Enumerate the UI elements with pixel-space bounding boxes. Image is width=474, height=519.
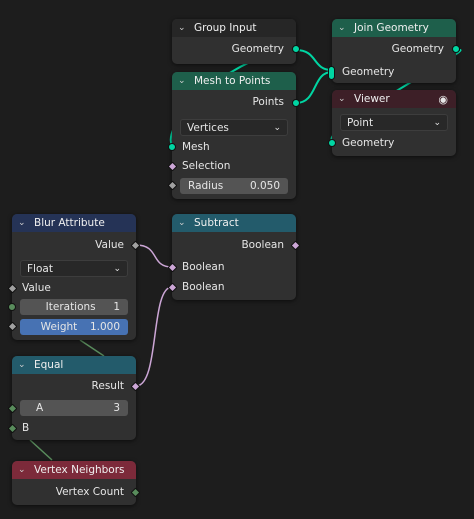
collapse-chevron-icon[interactable]: ⌄ xyxy=(338,94,350,104)
field-value: 0.050 xyxy=(249,180,280,192)
node-title: Blur Attribute xyxy=(34,217,105,229)
field-label: Radius xyxy=(188,180,224,192)
output-geometry: Geometry xyxy=(172,41,296,57)
link-value-to-subtract xyxy=(135,244,173,268)
data-type-dropdown[interactable]: Float ⌄ xyxy=(20,260,128,277)
dropdown-value: Float xyxy=(27,262,53,275)
socket-label: Mesh xyxy=(182,141,210,153)
subtract-node[interactable]: ⌄ Subtract Boolean Boolean Boolean xyxy=(167,214,301,300)
node-title: Mesh to Points xyxy=(194,75,271,87)
field-value: 3 xyxy=(113,402,120,414)
socket-label: Geometry xyxy=(231,43,284,55)
radius-field[interactable]: Radius 0.050 xyxy=(180,178,288,194)
chevron-down-icon: ⌄ xyxy=(273,122,281,133)
blur-attribute-header[interactable]: ⌄ Blur Attribute xyxy=(12,214,136,232)
collapse-chevron-icon[interactable]: ⌄ xyxy=(18,218,30,228)
join-geometry-node[interactable]: ⌄ Join Geometry Geometry Geometry xyxy=(328,19,460,83)
dropdown-value: Vertices xyxy=(187,121,229,134)
socket-label: Vertex Count xyxy=(55,486,124,498)
iterations-field[interactable]: Iterations 1 xyxy=(20,299,128,315)
field-label: Iterations xyxy=(45,301,96,313)
socket-label: Boolean xyxy=(182,261,225,273)
socket-label: Value xyxy=(95,239,124,251)
weight-field[interactable]: Weight 1.000 xyxy=(20,319,128,335)
a-field[interactable]: A 3 xyxy=(20,400,128,416)
geometry-output-socket[interactable] xyxy=(452,45,460,53)
node-title: Subtract xyxy=(194,217,239,229)
collapse-chevron-icon[interactable]: ⌄ xyxy=(18,360,30,370)
field-value: 1.000 xyxy=(89,321,120,333)
collapse-chevron-icon[interactable]: ⌄ xyxy=(178,23,190,33)
node-title: Group Input xyxy=(194,22,257,34)
equal-node[interactable]: ⌄ Equal Result A 3 B xyxy=(7,356,141,440)
socket-label: Value xyxy=(22,282,51,294)
input-boolean-1: Boolean xyxy=(172,259,296,275)
input-geometry: Geometry xyxy=(332,64,456,80)
group-input-node[interactable]: ⌄ Group Input Geometry xyxy=(172,19,300,64)
link-points-to-join xyxy=(295,71,333,104)
node-title: Join Geometry xyxy=(354,22,429,34)
output-points: Points xyxy=(172,94,296,110)
input-mesh: Mesh xyxy=(172,139,296,155)
geometry-input-socket[interactable] xyxy=(328,66,335,80)
output-result: Result xyxy=(12,378,136,394)
input-boolean-2: Boolean xyxy=(172,279,296,295)
socket-label: B xyxy=(22,422,30,434)
socket-label: Boolean xyxy=(241,239,284,251)
join-geometry-header[interactable]: ⌄ Join Geometry xyxy=(332,19,456,37)
field-value: 1 xyxy=(113,301,120,313)
group-input-header[interactable]: ⌄ Group Input xyxy=(172,19,296,37)
output-value: Value xyxy=(12,237,136,253)
link-weight-to-equal xyxy=(79,339,105,357)
dropdown-value: Point xyxy=(347,116,374,129)
collapse-chevron-icon[interactable]: ⌄ xyxy=(178,218,190,228)
chevron-down-icon: ⌄ xyxy=(113,263,121,274)
mesh-to-points-header[interactable]: ⌄ Mesh to Points xyxy=(172,72,296,90)
socket-label: Geometry xyxy=(391,43,444,55)
chevron-down-icon: ⌄ xyxy=(433,117,441,128)
output-boolean: Boolean xyxy=(172,237,296,253)
geometry-input-socket[interactable] xyxy=(328,139,336,147)
socket-label: Geometry xyxy=(342,137,395,149)
node-title: Equal xyxy=(34,359,64,371)
points-output-socket[interactable] xyxy=(292,99,300,107)
domain-dropdown[interactable]: Point ⌄ xyxy=(340,114,448,131)
geometry-output-socket[interactable] xyxy=(292,45,300,53)
link-group-input-to-join xyxy=(295,49,333,71)
viewer-node[interactable]: ⌄ Viewer ◉ Point ⌄ Geometry xyxy=(328,90,456,156)
socket-label: Points xyxy=(252,96,284,108)
mesh-to-points-node[interactable]: ⌄ Mesh to Points Points Vertices ⌄ Mesh … xyxy=(167,72,300,199)
output-vertex-count: Vertex Count xyxy=(12,484,136,500)
eye-icon[interactable]: ◉ xyxy=(438,93,448,106)
iterations-input-socket[interactable] xyxy=(8,303,16,311)
mode-dropdown[interactable]: Vertices ⌄ xyxy=(180,119,288,136)
vertex-neighbors-header[interactable]: ⌄ Vertex Neighbors xyxy=(12,461,136,479)
subtract-header[interactable]: ⌄ Subtract xyxy=(172,214,296,232)
viewer-header[interactable]: ⌄ Viewer ◉ xyxy=(332,90,456,108)
collapse-chevron-icon[interactable]: ⌄ xyxy=(338,23,350,33)
collapse-chevron-icon[interactable]: ⌄ xyxy=(178,76,190,86)
socket-label: Geometry xyxy=(342,66,395,78)
output-geometry: Geometry xyxy=(332,41,456,57)
input-b: B xyxy=(12,420,136,436)
node-title: Viewer xyxy=(354,93,390,105)
vertex-neighbors-node[interactable]: ⌄ Vertex Neighbors Vertex Count xyxy=(12,461,141,505)
link-b-to-vertex xyxy=(29,439,53,461)
input-selection: Selection xyxy=(172,158,296,174)
field-label: Weight xyxy=(40,321,78,333)
socket-label: Boolean xyxy=(182,281,225,293)
blur-attribute-node[interactable]: ⌄ Blur Attribute Value Float ⌄ Value Ite… xyxy=(7,214,141,340)
input-geometry: Geometry xyxy=(332,135,456,151)
socket-label: Selection xyxy=(182,160,231,172)
mesh-input-socket[interactable] xyxy=(168,143,176,151)
equal-header[interactable]: ⌄ Equal xyxy=(12,356,136,374)
node-title: Vertex Neighbors xyxy=(34,464,125,476)
field-label: A xyxy=(36,402,44,414)
socket-label: Result xyxy=(91,380,124,392)
link-result-to-subtract xyxy=(135,286,173,387)
input-value: Value xyxy=(12,280,136,296)
collapse-chevron-icon[interactable]: ⌄ xyxy=(18,465,30,475)
